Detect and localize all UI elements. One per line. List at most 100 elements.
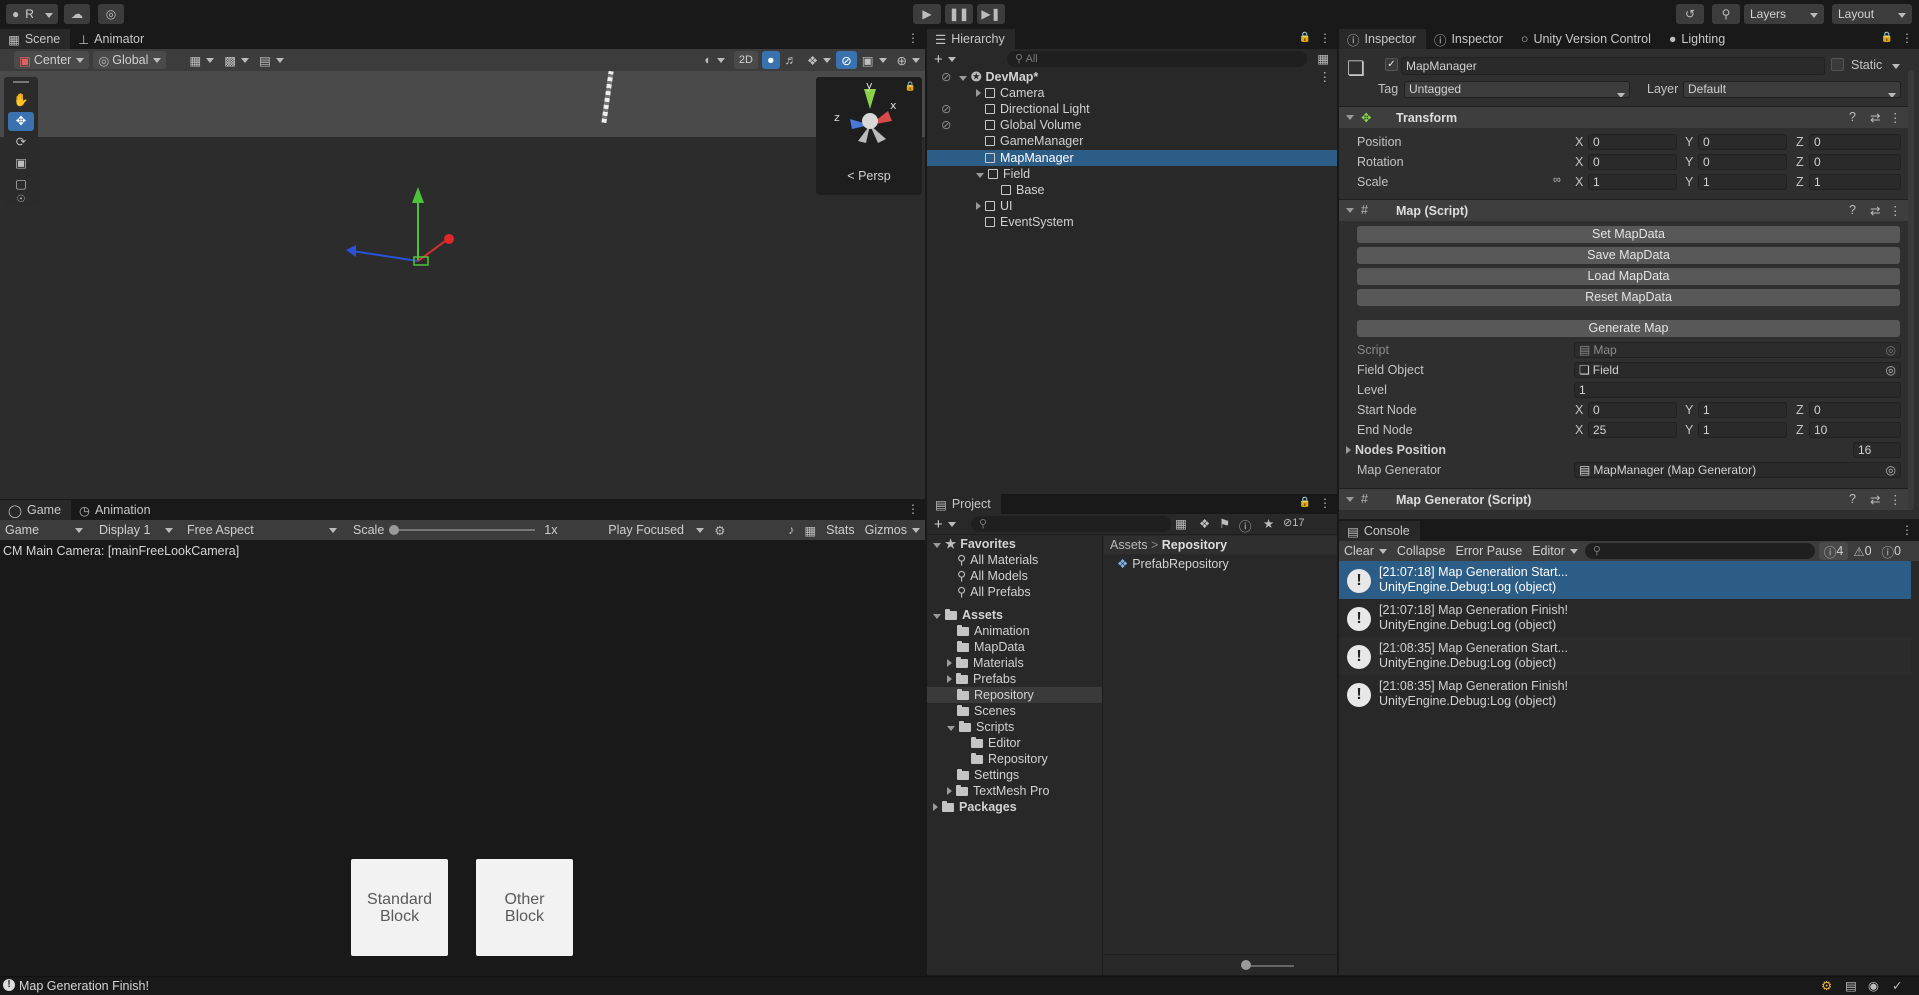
set-mapdata-button[interactable]: Set MapData [1357, 226, 1900, 243]
folder-item[interactable]: Repository [971, 751, 1048, 767]
start-node-y-field[interactable]: 1 [1698, 402, 1787, 418]
help-icon[interactable]: ? [1849, 110, 1856, 124]
folder-item[interactable]: Scenes [957, 703, 1016, 719]
end-node-x-field[interactable]: 25 [1588, 422, 1677, 438]
folder-item-selected[interactable]: Repository [957, 687, 1034, 703]
transform-tool-icon[interactable]: ☉ [8, 195, 34, 205]
assets-root[interactable]: Assets [933, 607, 1003, 623]
increment-dropdown[interactable]: ▤ [254, 51, 289, 69]
more-icon[interactable]: ⋮ [907, 31, 919, 45]
audio-toggle[interactable]: ♬ [780, 51, 803, 69]
link-icon[interactable]: ∞ [1553, 174, 1561, 186]
chevron-right-icon[interactable] [976, 89, 981, 97]
load-mapdata-button[interactable]: Load MapData [1357, 268, 1900, 285]
lock-icon[interactable]: 🔒 [905, 81, 916, 92]
lighting-toggle[interactable]: ● [761, 51, 780, 69]
slider-thumb[interactable] [1241, 960, 1251, 970]
packages-root[interactable]: Packages [933, 799, 1017, 815]
breadcrumb-item[interactable]: Assets [1110, 538, 1148, 552]
snap-dropdown[interactable]: ▩ [219, 51, 254, 69]
more-icon[interactable]: ⋮ [907, 502, 919, 516]
lock-icon[interactable]: 🔒 [1299, 497, 1311, 508]
chevron-right-icon[interactable] [947, 787, 952, 795]
progress-icon[interactable]: ◉ [1868, 978, 1879, 993]
favorite-item[interactable]: ⚲ All Materials [957, 552, 1038, 568]
active-checkbox[interactable]: ✓ [1385, 58, 1398, 71]
rotate-tool-icon[interactable]: ⟳ [8, 133, 34, 152]
account-button[interactable]: ● R [6, 4, 58, 24]
tab-scene[interactable]: ▦ Scene [0, 29, 71, 49]
help-icon[interactable]: ? [1849, 203, 1856, 217]
field-object-field[interactable]: ❏ Field ◎ [1574, 362, 1901, 378]
space-dropdown[interactable]: ◎ Global [93, 51, 167, 69]
editor-dropdown[interactable]: Editor [1527, 542, 1583, 560]
folder-item[interactable]: Editor [971, 735, 1021, 751]
position-y-field[interactable]: 0 [1698, 134, 1787, 150]
display-dropdown[interactable]: Display 1 [94, 521, 178, 539]
rotation-z-field[interactable]: 0 [1809, 154, 1901, 170]
more-icon[interactable]: ⋮ [1901, 523, 1913, 537]
warning-filter-toggle[interactable]: ⚠ 0 [1848, 542, 1876, 560]
hierarchy-item[interactable]: Global Volume [985, 117, 1081, 133]
chevron-down-icon[interactable] [947, 726, 955, 731]
pause-button[interactable]: ❚❚ [945, 4, 973, 24]
chevron-right-icon[interactable] [1346, 446, 1351, 454]
folder-item[interactable]: Materials [947, 655, 1024, 671]
start-node-x-field[interactable]: 0 [1588, 402, 1677, 418]
history-button[interactable]: ↺ [1676, 4, 1704, 24]
folder-item[interactable]: Scripts [947, 719, 1014, 735]
scale-y-field[interactable]: 1 [1698, 174, 1787, 190]
inspector-scrollbar[interactable] [1908, 70, 1914, 510]
scale-z-field[interactable]: 1 [1809, 174, 1901, 190]
folder-item[interactable]: Settings [957, 767, 1019, 783]
chevron-down-icon[interactable] [933, 543, 941, 548]
lock-icon[interactable]: 🔒 [1881, 32, 1893, 43]
cloud-button[interactable]: ☁ [64, 4, 90, 24]
tab-console[interactable]: ▤ Console [1339, 521, 1420, 541]
nodes-position-foldout[interactable]: Nodes Position [1346, 443, 1446, 457]
tab-animation[interactable]: ◷ Animation [71, 500, 161, 520]
grid-snap-dropdown[interactable]: ▦ [184, 51, 219, 69]
layer-dropdown[interactable]: Default [1683, 81, 1901, 98]
filter-type-icon[interactable]: ❖ [1199, 516, 1210, 531]
chevron-down-icon[interactable] [1346, 115, 1354, 120]
hierarchy-item[interactable]: GameManager [985, 133, 1083, 149]
hand-tool-icon[interactable]: ✋ [8, 91, 34, 110]
render-mode-dropdown[interactable]: ◐ [699, 51, 730, 69]
static-checkbox[interactable] [1831, 58, 1844, 71]
move-gizmo[interactable] [330, 181, 460, 281]
favorite-star-icon[interactable]: ★ [1263, 516, 1274, 531]
target-icon[interactable]: ◎ [1886, 463, 1896, 477]
reset-mapdata-button[interactable]: Reset MapData [1357, 289, 1900, 306]
icon-size-slider[interactable] [1244, 965, 1294, 967]
play-mode-dropdown[interactable]: Play Focused [603, 521, 709, 539]
stats-toggle[interactable]: Stats [821, 521, 860, 539]
2d-toggle[interactable]: 2D [733, 51, 758, 69]
filter-icon[interactable]: ▦ [1317, 51, 1329, 66]
visibility-column-icon[interactable]: ⊘ [941, 69, 951, 85]
log-filter-toggle[interactable]: ⓘ 4 [1818, 542, 1849, 560]
bug-icon[interactable]: ⚙ [1821, 978, 1832, 993]
map-script-header[interactable]: # Map (Script) ? ⇄ ⋮ [1339, 199, 1911, 221]
chevron-right-icon[interactable] [947, 675, 952, 683]
rotation-y-field[interactable]: 0 [1698, 154, 1787, 170]
object-name-field[interactable]: MapManager [1401, 57, 1825, 75]
create-button[interactable]: + [929, 50, 961, 68]
gizmos-toggle[interactable]: Gizmos [860, 521, 925, 539]
label-icon[interactable]: ⚑ [1219, 516, 1230, 531]
hierarchy-item[interactable]: Field [976, 166, 1030, 182]
scale-x-field[interactable]: 1 [1588, 174, 1677, 190]
transform-header[interactable]: ✥ Transform ? ⇄ ⋮ [1339, 106, 1911, 128]
cache-icon[interactable]: ▤ [1845, 978, 1857, 993]
play-button[interactable]: ▶ [913, 4, 941, 24]
effects-dropdown[interactable]: ❖ [802, 51, 836, 69]
other-block-button[interactable]: Other Block [476, 859, 573, 956]
generate-map-button[interactable]: Generate Map [1357, 320, 1900, 337]
tab-game[interactable]: ◯ Game [0, 500, 72, 520]
scene-root[interactable]: ✪ DevMap* [959, 69, 1038, 85]
more-icon[interactable]: ⋮ [1889, 492, 1902, 507]
scale-tool-icon[interactable]: ▣ [8, 154, 34, 173]
favorite-item[interactable]: ⚲ All Prefabs [957, 584, 1031, 600]
start-node-z-field[interactable]: 0 [1809, 402, 1901, 418]
folder-item[interactable]: TextMesh Pro [947, 783, 1049, 799]
